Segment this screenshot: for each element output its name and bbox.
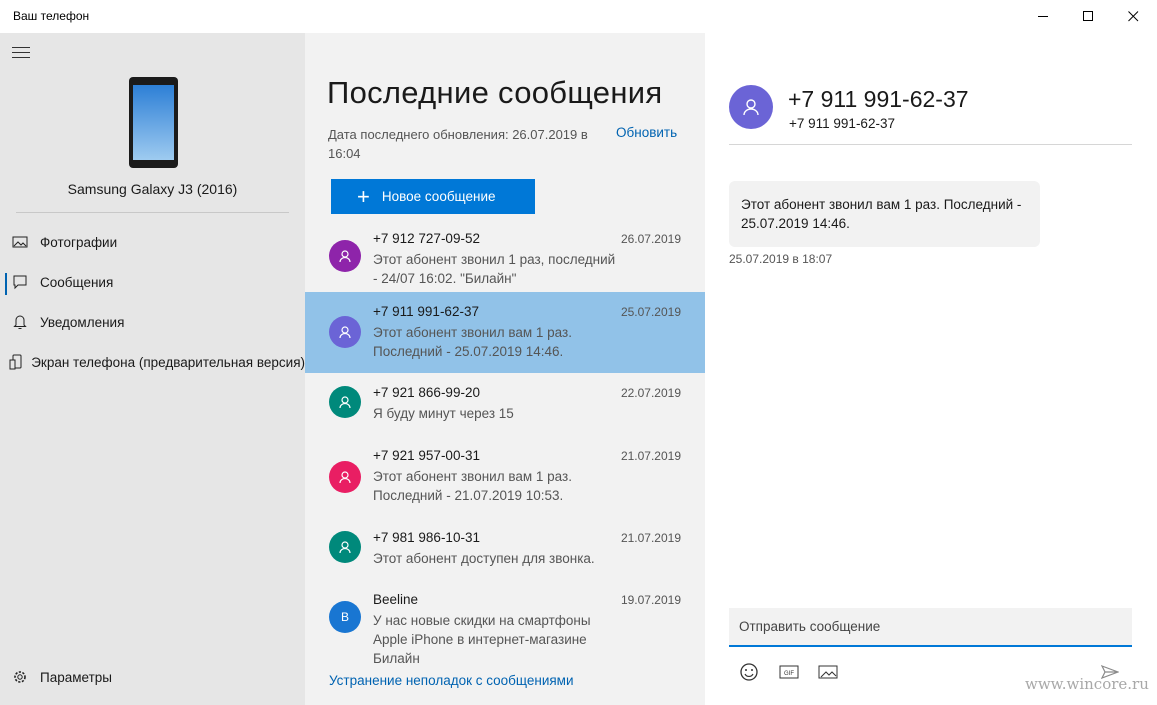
troubleshoot-link[interactable]: Устранение неполадок с сообщениями	[329, 673, 574, 688]
message-date: 19.07.2019	[620, 593, 681, 607]
avatar: B	[329, 601, 361, 633]
avatar	[729, 85, 773, 129]
phone-image	[129, 77, 178, 168]
plus-icon: +	[357, 183, 370, 209]
hamburger-menu-icon[interactable]	[12, 47, 30, 61]
person-icon	[339, 326, 351, 339]
maximize-button[interactable]	[1065, 0, 1111, 33]
message-preview: Этот абонент звонил вам 1 раз. Последний…	[373, 469, 572, 503]
image-button[interactable]	[816, 661, 840, 683]
minimize-button[interactable]	[1020, 0, 1066, 33]
new-message-label: Новое сообщение	[381, 189, 496, 204]
list-item[interactable]: +7 911 991-62-37 25.07.2019 Этот абонент з…	[305, 292, 705, 373]
chat-icon	[0, 274, 40, 290]
emoji-icon	[740, 663, 758, 681]
photo-icon	[0, 235, 40, 249]
gear-icon	[0, 669, 40, 685]
person-icon	[339, 396, 351, 409]
contact-number: +7 911 991-62-37	[789, 116, 895, 131]
message-sender: +7 911 991-62-37	[373, 304, 479, 319]
sidebar-item-notifications[interactable]: Уведомления	[0, 302, 305, 342]
sidebar: Samsung Galaxy J3 (2016) Фотографии Сооб…	[0, 33, 305, 705]
avatar	[329, 386, 361, 418]
message-preview: Я буду минут через 15	[373, 406, 514, 421]
message-timestamp: 25.07.2019 в 18:07	[729, 252, 833, 266]
sidebar-item-label: Экран телефона (предварительная версия)	[31, 354, 305, 370]
new-message-button[interactable]: + Новое сообщение	[331, 179, 535, 214]
minimize-icon	[1037, 16, 1048, 17]
avatar	[329, 531, 361, 563]
close-button[interactable]	[1110, 0, 1156, 33]
gif-icon: GIF	[779, 665, 799, 679]
list-item[interactable]: +7 921 957-00-31 21.07.2019 Этот абонент з…	[305, 436, 705, 518]
sidebar-item-label: Параметры	[40, 669, 112, 685]
image-icon	[818, 665, 838, 679]
contact-name: +7 911 991-62-37	[788, 86, 969, 112]
header-divider	[729, 144, 1132, 145]
message-composer[interactable]	[729, 608, 1132, 647]
message-preview: У нас новые скидки на смартфоны Apple iP…	[373, 613, 591, 666]
message-bubble: Этот абонент звонил вам 1 раз. Последний…	[729, 181, 1040, 247]
list-item[interactable]: +7 981 986-10-31 21.07.2019 Этот абонент д…	[305, 518, 705, 580]
message-date: 21.07.2019	[620, 531, 681, 545]
message-date: 22.07.2019	[620, 386, 681, 400]
message-sender: Beeline	[373, 592, 419, 607]
person-icon	[339, 250, 351, 263]
avatar-initial: B	[340, 610, 349, 624]
message-preview: Этот абонент звонил 1 раз, последний - 2…	[373, 252, 616, 286]
message-sender: +7 981 986-10-31	[373, 530, 480, 545]
message-preview: Этот абонент звонил вам 1 раз. Последний…	[373, 325, 572, 359]
window-title: Ваш телефон	[13, 9, 90, 23]
bell-icon	[0, 314, 40, 330]
svg-text:GIF: GIF	[784, 671, 794, 677]
message-date: 26.07.2019	[620, 232, 681, 246]
sidebar-item-settings[interactable]: Параметры	[0, 657, 305, 697]
person-icon	[339, 541, 351, 554]
avatar	[329, 240, 361, 272]
watermark: www.wincore.ru	[1025, 675, 1149, 693]
conversation-pane: +7 911 991-62-37 +7 911 991-62-37 Этот а…	[705, 33, 1157, 705]
refresh-link[interactable]: Обновить	[616, 125, 677, 140]
avatar	[329, 461, 361, 493]
person-icon	[339, 471, 351, 484]
last-updated-text: Дата последнего обновления: 26.07.2019 в…	[328, 127, 588, 161]
avatar	[329, 316, 361, 348]
list-item[interactable]: B Beeline 19.07.2019 У нас новые скидки на …	[305, 580, 705, 666]
maximize-icon	[1082, 11, 1093, 21]
phone-screen-icon	[0, 354, 31, 370]
message-input[interactable]	[729, 608, 1132, 645]
emoji-button[interactable]	[737, 661, 761, 683]
sidebar-item-label: Фотографии	[40, 234, 118, 250]
device-name: Samsung Galaxy J3 (2016)	[67, 181, 238, 197]
page-title: Последние сообщения	[327, 75, 663, 110]
message-date: 25.07.2019	[620, 305, 681, 319]
sidebar-item-phone-screen[interactable]: Экран телефона (предварительная версия)	[0, 342, 305, 382]
gif-button[interactable]: GIF	[777, 661, 801, 683]
message-preview: Этот абонент доступен для звонка.	[373, 551, 595, 566]
close-icon	[1127, 11, 1138, 22]
message-sender: +7 921 866-99-20	[373, 385, 480, 400]
person-icon	[743, 99, 759, 116]
sidebar-item-photos[interactable]: Фотографии	[0, 222, 305, 262]
nav-divider	[16, 212, 289, 213]
title-bar: Ваш телефон	[0, 0, 1157, 33]
message-sender: +7 921 957-00-31	[373, 448, 480, 463]
sidebar-item-label: Уведомления	[40, 314, 125, 330]
message-sender: +7 912 727-09-52	[373, 231, 480, 246]
list-item[interactable]: +7 921 866-99-20 22.07.2019 Я буду минут ч…	[305, 373, 705, 435]
sidebar-item-messages[interactable]: Сообщения	[0, 262, 305, 302]
sidebar-item-label: Сообщения	[40, 274, 114, 290]
message-date: 21.07.2019	[620, 449, 681, 463]
list-item[interactable]: +7 912 727-09-52 26.07.2019 Этот абонент з…	[305, 219, 705, 299]
messages-list-pane: Последние сообщения Дата последнего обно…	[305, 33, 705, 705]
